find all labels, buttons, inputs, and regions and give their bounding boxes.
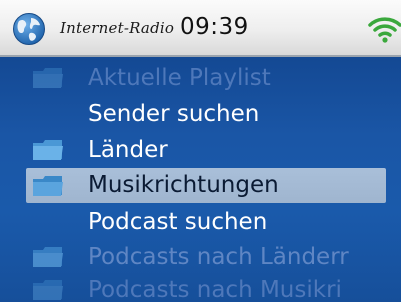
status-bar: Internet-Radio 09:39 [0,0,401,57]
globe-icon [13,13,45,45]
menu-item-musikrichtungen[interactable]: Musikrichtungen [26,168,386,203]
menu-item-sender-suchen[interactable]: Sender suchen [0,97,401,130]
menu-item-laender[interactable]: Länder [0,133,401,166]
folder-icon [33,68,63,88]
wifi-icon [368,17,401,43]
clock: 09:39 [180,14,249,40]
radio-screen: Internet-Radio 09:39 Aktuelle Playlist S… [0,0,401,302]
folder-icon [33,247,63,267]
menu-item-podcasts-nach-musikrichtungen[interactable]: Podcasts nach Musikri [0,273,401,302]
menu-item-aktuelle-playlist[interactable]: Aktuelle Playlist [0,61,401,94]
menu-item-podcast-suchen[interactable]: Podcast suchen [0,205,401,238]
app-title: Internet-Radio [60,19,175,37]
menu-item-label: Podcasts nach Musikri [88,277,342,302]
menu-item-label: Podcast suchen [88,209,268,235]
menu-item-label: Podcasts nach Länderr [88,244,349,270]
folder-icon [33,176,63,196]
menu-item-label: Länder [88,137,168,163]
menu-item-podcasts-nach-laendern[interactable]: Podcasts nach Länderr [0,240,401,273]
menu-item-label: Musikrichtungen [88,172,279,198]
menu-list: Aktuelle Playlist Sender suchen Länder M… [0,57,401,302]
menu-item-label: Aktuelle Playlist [88,65,271,91]
folder-icon [33,140,63,160]
folder-icon [33,280,63,300]
menu-item-label: Sender suchen [88,101,260,127]
